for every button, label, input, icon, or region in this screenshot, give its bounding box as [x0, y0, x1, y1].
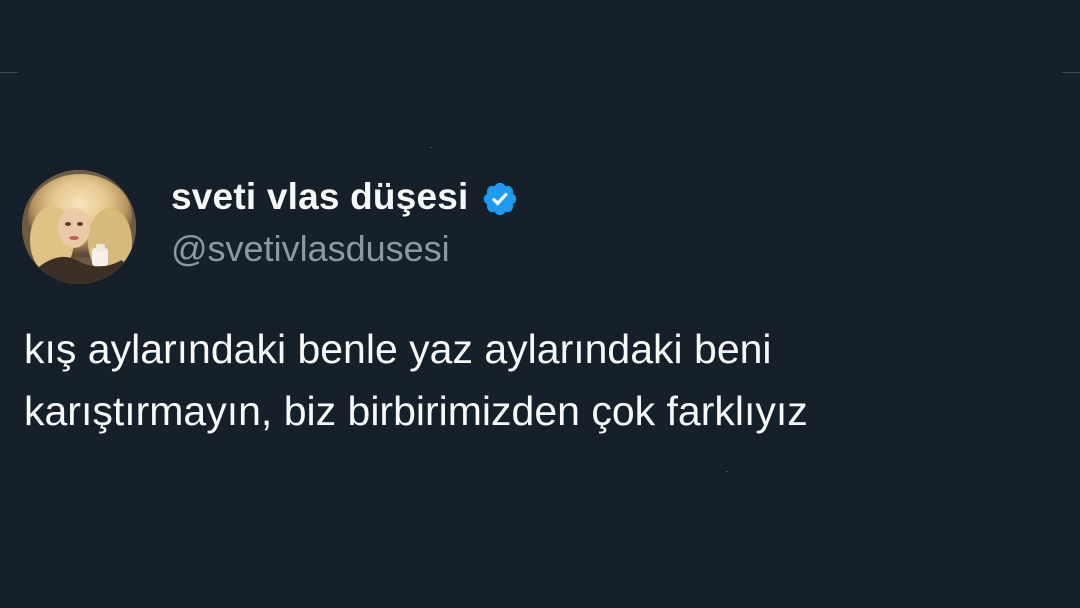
verified-badge-icon[interactable] — [481, 180, 519, 218]
display-name-row: sveti vlas düşesi — [171, 176, 519, 218]
tweet-line: kış aylarındaki benle yaz aylarındaki be… — [24, 326, 772, 372]
user-handle[interactable]: @svetivlasdusesi — [171, 228, 450, 270]
artifact-speck — [726, 471, 728, 472]
tweet-line: karıştırmayın, biz birbirimizden çok far… — [24, 388, 808, 434]
tweet-screenshot: sveti vlas düşesi @svetivlasdusesi kış a… — [0, 0, 1080, 608]
avatar-image — [22, 170, 136, 284]
avatar[interactable] — [22, 170, 136, 284]
artifact-speck — [430, 147, 432, 148]
divider-right — [1062, 72, 1080, 73]
display-name[interactable]: sveti vlas düşesi — [171, 176, 469, 218]
tweet-body: kış aylarındaki benle yaz aylarındaki be… — [24, 318, 1064, 442]
divider-left — [0, 72, 18, 73]
